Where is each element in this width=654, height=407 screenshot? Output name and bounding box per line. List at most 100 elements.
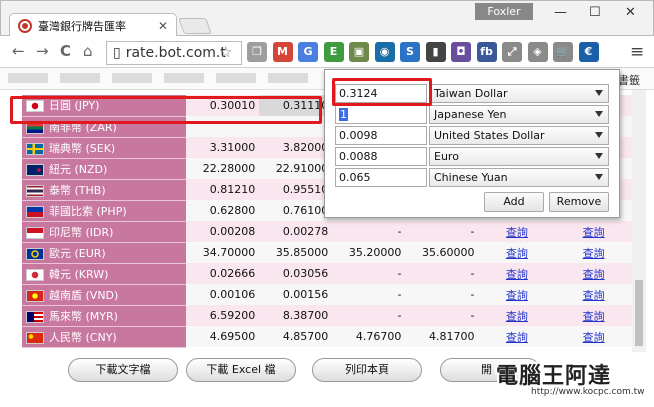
cash-sell-cell: 22.91000 xyxy=(259,158,333,179)
forward-button[interactable]: → xyxy=(36,42,49,60)
bank-favicon-icon xyxy=(18,18,32,33)
currency-name: 瑞典幣 (SEK) xyxy=(49,141,116,155)
history-link[interactable]: 查詢 xyxy=(478,242,556,263)
dropdown-arrow-icon[interactable] xyxy=(595,90,603,96)
back-button[interactable]: ← xyxy=(12,42,25,60)
spot-sell-cell: - xyxy=(405,263,479,284)
tab-title: 臺灣銀行牌告匯率 xyxy=(38,19,126,33)
history-link[interactable]: 查詢 xyxy=(478,305,556,326)
cash-sell-cell: 3.82000 xyxy=(259,137,333,158)
watermark-url: http://www.kocpc.com.tw xyxy=(531,387,645,397)
history-link[interactable]: 查詢 xyxy=(478,284,556,305)
currency-name: 歐元 (EUR) xyxy=(49,246,106,260)
title-bar: 臺灣銀行牌告匯率 ✕ Foxler — ☐ ✕ xyxy=(0,0,654,37)
add-button[interactable]: Add xyxy=(484,192,544,212)
amount-input[interactable]: 0.065 xyxy=(335,168,427,187)
scrollbar-thumb[interactable] xyxy=(635,280,643,346)
close-window-button[interactable]: ✕ xyxy=(625,5,636,20)
download-excel-button[interactable]: 下載 Excel 檔 xyxy=(186,358,296,382)
spot-buy-cell: 35.20000 xyxy=(332,242,406,263)
spot-buy-cell: 4.76700 xyxy=(332,326,406,347)
share-extension-icon[interactable]: ⤢ xyxy=(502,42,522,62)
bookmarks-label[interactable]: 書籤 xyxy=(618,72,640,88)
copy-extension-icon[interactable]: ❐ xyxy=(247,42,267,62)
reload-button[interactable]: C xyxy=(60,42,71,60)
spot-sell-cell: - xyxy=(405,305,479,326)
currency-select[interactable]: Chinese Yuan xyxy=(429,168,609,187)
amount-input[interactable]: 0.0098 xyxy=(335,126,427,145)
currency-select-value: Chinese Yuan xyxy=(434,171,508,184)
table-row: 歐元 (EUR) 34.70000 35.85000 35.20000 35.60000… xyxy=(22,242,632,264)
currency-select-value: United States Dollar xyxy=(434,129,545,142)
spot-sell-cell: 4.81700 xyxy=(405,326,479,347)
cash-buy-cell: 0.00208 xyxy=(186,221,260,242)
history-link[interactable]: 查詢 xyxy=(478,263,556,284)
facebook-extension-icon[interactable]: fb xyxy=(476,42,497,62)
tab-close-icon[interactable]: ✕ xyxy=(158,19,168,33)
spot-sell-cell: 35.60000 xyxy=(405,242,479,263)
cash-buy-cell: 3.31000 xyxy=(186,137,260,158)
tag-extension-icon[interactable]: ◈ xyxy=(527,42,548,62)
new-tab-button[interactable] xyxy=(178,18,212,34)
currency-select[interactable]: Taiwan Dollar xyxy=(429,84,609,103)
chart-link[interactable]: 查詢 xyxy=(555,263,632,284)
chart-link[interactable]: 查詢 xyxy=(555,326,632,347)
chart-link[interactable]: 查詢 xyxy=(555,221,632,242)
blurred-bookmarks xyxy=(8,73,308,83)
s-extension-icon[interactable]: S xyxy=(400,42,420,62)
amount-value: 0.0088 xyxy=(339,150,378,163)
download-text-button[interactable]: 下載文字檔 xyxy=(68,358,178,382)
page-icon: ▯ xyxy=(113,45,121,61)
cash-sell-cell: 0.03056 xyxy=(259,263,333,284)
spot-buy-cell: - xyxy=(332,284,406,305)
gmail-extension-icon[interactable]: M xyxy=(272,42,293,62)
history-link[interactable]: 查詢 xyxy=(478,221,556,242)
bookmark-extension-icon[interactable]: ▮ xyxy=(425,42,446,62)
chart-link[interactable]: 查詢 xyxy=(555,242,632,263)
currency-cell: 瑞典幣 (SEK) xyxy=(22,137,187,159)
cash-sell-cell: 0.95510 xyxy=(259,179,333,200)
currency-name: 菲國比索 (PHP) xyxy=(49,204,127,218)
currency-extension-icon[interactable]: € xyxy=(578,42,599,62)
currency-select[interactable]: Japanese Yen xyxy=(429,105,609,124)
dropdown-arrow-icon[interactable] xyxy=(595,174,603,180)
amount-value: 0.065 xyxy=(339,171,371,184)
browser-tab[interactable]: 臺灣銀行牌告匯率 ✕ xyxy=(9,13,177,37)
converter-row: 0.065 Chinese Yuan xyxy=(335,168,613,187)
history-link[interactable]: 查詢 xyxy=(478,326,556,347)
converter-row: 0.0088 Euro xyxy=(335,147,613,166)
print-page-button[interactable]: 列印本頁 xyxy=(312,358,422,382)
cash-buy-cell: 22.28000 xyxy=(186,158,260,179)
currency-name: 越南盾 (VND) xyxy=(49,288,119,302)
table-row: 馬來幣 (MYR) 6.59200 8.38700- - 查詢 查詢 xyxy=(22,305,632,327)
flag-id-icon xyxy=(26,226,44,239)
maximize-button[interactable]: ☐ xyxy=(589,5,601,20)
cash-sell-cell: 0.76100 xyxy=(259,200,333,221)
dropdown-arrow-icon[interactable] xyxy=(595,132,603,138)
currency-cell: 泰幣 (THB) xyxy=(22,179,187,201)
currency-select[interactable]: United States Dollar xyxy=(429,126,609,145)
screenshot-extension-icon[interactable]: ◘ xyxy=(451,42,471,62)
chrome-menu-button[interactable]: ≡ xyxy=(630,42,644,62)
dropdown-arrow-icon[interactable] xyxy=(595,111,603,117)
minimize-button[interactable]: — xyxy=(554,5,567,20)
remove-button[interactable]: Remove xyxy=(549,192,609,212)
vpn-extension-icon[interactable]: ◉ xyxy=(374,42,395,62)
translate-extension-icon[interactable]: G xyxy=(298,42,318,62)
amount-input[interactable]: 0.0088 xyxy=(335,147,427,166)
scrollbar[interactable] xyxy=(632,90,646,352)
image-extension-icon[interactable]: ▣ xyxy=(349,42,369,62)
chart-link[interactable]: 查詢 xyxy=(555,284,632,305)
bookmark-star-icon[interactable]: ☆ xyxy=(219,43,232,61)
chart-link[interactable]: 查詢 xyxy=(555,305,632,326)
profile-name[interactable]: Foxler xyxy=(475,3,533,20)
dropdown-arrow-icon[interactable] xyxy=(595,153,603,159)
currency-select[interactable]: Euro xyxy=(429,147,609,166)
amount-value: 1 xyxy=(339,108,348,121)
evernote-extension-icon[interactable]: E xyxy=(323,42,344,62)
currency-name: 泰幣 (THB) xyxy=(49,183,106,197)
spot-buy-cell: - xyxy=(332,263,406,284)
home-button[interactable]: ⌂ xyxy=(83,42,93,60)
amount-input[interactable]: 1 xyxy=(335,105,427,124)
cart-extension-icon[interactable]: 🛒 xyxy=(553,42,573,62)
